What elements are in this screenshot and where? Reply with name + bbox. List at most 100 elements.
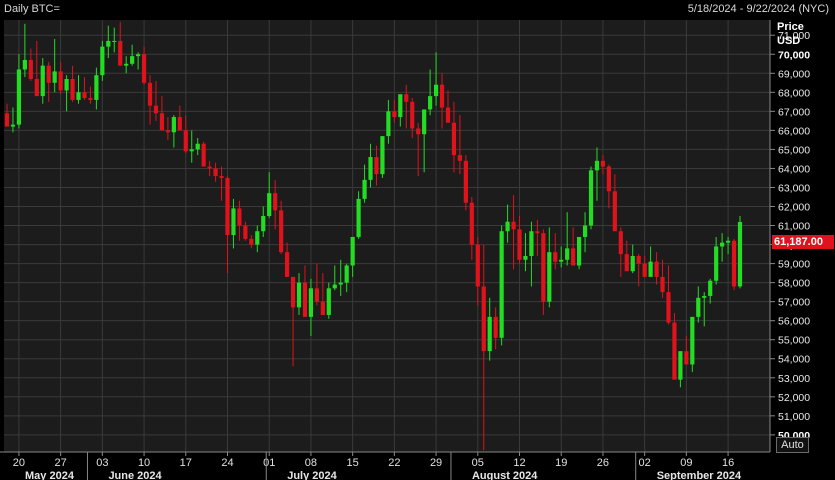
currency-axis-label: USD <box>777 35 800 47</box>
candle-body <box>82 92 87 99</box>
y-tick-label: 57,000 <box>778 297 810 309</box>
y-tick-label: 69,000 <box>778 68 810 80</box>
candle-body <box>481 286 486 352</box>
candle-body <box>398 94 403 118</box>
candle-body <box>219 176 224 178</box>
candle-body <box>547 252 552 302</box>
candle-body <box>654 261 659 277</box>
candle-body <box>273 193 278 211</box>
candle-body <box>16 69 22 125</box>
plot-area <box>4 20 770 452</box>
y-tick-label: 70,000 <box>778 49 810 61</box>
x-tick-label: 09 <box>680 457 692 469</box>
candle-body <box>517 229 522 260</box>
chart-header: Daily BTC= 5/18/2024 - 9/22/2024 (NYC) <box>0 0 835 20</box>
y-tick-label: 63,000 <box>778 182 810 194</box>
candle-body <box>457 155 463 161</box>
candle-body <box>302 282 308 317</box>
candle-body <box>58 71 63 91</box>
x-tick-label: 02 <box>639 457 651 469</box>
candle-body <box>618 231 623 255</box>
candle-body <box>535 231 540 234</box>
candle-body <box>571 248 576 266</box>
candle-body <box>708 280 713 296</box>
candle <box>201 141 206 167</box>
candle-body <box>368 157 373 180</box>
candle-body <box>588 170 594 226</box>
candle-body <box>141 54 147 83</box>
candle-body <box>422 109 427 135</box>
candle-body <box>523 255 528 260</box>
x-tick-label: 05 <box>472 457 484 469</box>
y-tick-label: 66,000 <box>778 125 810 137</box>
candle-body <box>576 236 582 266</box>
candle-body <box>34 78 39 97</box>
candle-body <box>153 105 159 114</box>
candle-body <box>380 136 385 175</box>
date-range: 5/18/2024 - 9/22/2024 (NYC) <box>687 3 829 15</box>
candle-body <box>642 263 647 277</box>
candle-body <box>493 316 498 338</box>
y-tick-label: 51,000 <box>778 411 810 423</box>
candle-body <box>106 40 111 47</box>
price-axis-label: Price <box>777 21 804 33</box>
month-label: August 2024 <box>472 470 538 480</box>
candle-body <box>648 261 653 277</box>
candle-body <box>636 255 641 264</box>
candle-body <box>255 231 260 245</box>
candle-body <box>159 113 165 131</box>
candle-body <box>231 208 236 236</box>
candle-body <box>720 242 725 247</box>
candle-body <box>195 143 200 150</box>
candle-body <box>582 225 588 237</box>
candle-body <box>714 246 719 281</box>
candle-body <box>505 221 510 232</box>
candle-body <box>541 233 546 302</box>
date-axis: 20 27 03 10 17 24 01 08 15 22 29 05 12 19 26 02 09 16 May … <box>0 451 770 480</box>
y-tick-label: 62,000 <box>778 202 810 214</box>
candle-body <box>332 284 337 289</box>
auto-scale-button[interactable]: Auto <box>776 437 809 453</box>
candle-body <box>147 82 153 106</box>
x-tick-label: 22 <box>388 457 400 469</box>
candle-body <box>165 130 171 133</box>
candle <box>576 236 582 270</box>
month-label: September 2024 <box>657 470 742 480</box>
candle-body <box>183 130 188 152</box>
candle <box>499 225 504 346</box>
candle-body <box>529 231 534 256</box>
x-tick-label: 29 <box>430 457 442 469</box>
candle-body <box>362 179 367 199</box>
candle-body <box>46 65 51 83</box>
candle-body <box>130 56 135 64</box>
candlestick-chart[interactable]: 50,00051,00052,00053,00054,00055,00056,0… <box>0 20 835 480</box>
candle-body <box>201 143 206 167</box>
candle-body <box>76 92 81 100</box>
candle <box>690 316 695 373</box>
candle-body <box>404 94 409 102</box>
candle-body <box>290 276 296 308</box>
candle-body <box>189 149 194 152</box>
candle <box>463 155 468 211</box>
y-tick-label: 64,000 <box>778 163 810 175</box>
y-tick-label: 65,000 <box>778 144 810 156</box>
candle-body <box>22 59 27 70</box>
candle-body <box>267 193 272 217</box>
candle-body <box>296 282 302 308</box>
y-tick-label: 55,000 <box>778 335 810 347</box>
candle-body <box>213 168 218 177</box>
x-tick-label: 17 <box>180 457 192 469</box>
candle-body <box>88 98 93 100</box>
x-tick-label: 15 <box>347 457 359 469</box>
candle-body <box>350 236 355 266</box>
candle-body <box>702 295 707 298</box>
chart-title: Daily BTC= <box>4 3 60 15</box>
y-tick-label: 58,000 <box>778 278 810 290</box>
candle-body <box>594 160 600 171</box>
candle-body <box>725 240 731 243</box>
candle-body <box>475 244 480 287</box>
x-tick-label: 27 <box>55 457 67 469</box>
month-label: June 2024 <box>108 470 162 480</box>
x-tick-label: 03 <box>96 457 108 469</box>
candle-body <box>243 225 248 239</box>
